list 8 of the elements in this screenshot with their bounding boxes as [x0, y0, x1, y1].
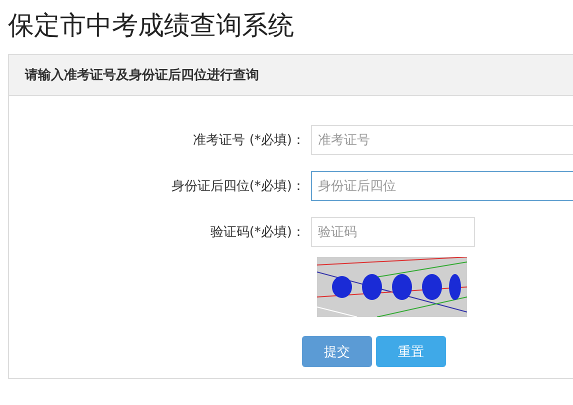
input-field[interactable]: 身份证后四位: [311, 171, 573, 201]
page-title: 保定市中考成绩查询系统: [7, 10, 295, 42]
field-label: 身份证后四位(*必填)：: [170, 178, 306, 195]
field-label: 验证码(*必填)：: [209, 224, 306, 241]
field-label: 准考证号 (*必填)：: [192, 132, 306, 149]
submit-button[interactable]: 提交: [302, 336, 372, 367]
reset-button[interactable]: 重置: [376, 336, 446, 367]
panel-heading: 请输入准考证号及身份证后四位进行查询: [25, 66, 259, 84]
